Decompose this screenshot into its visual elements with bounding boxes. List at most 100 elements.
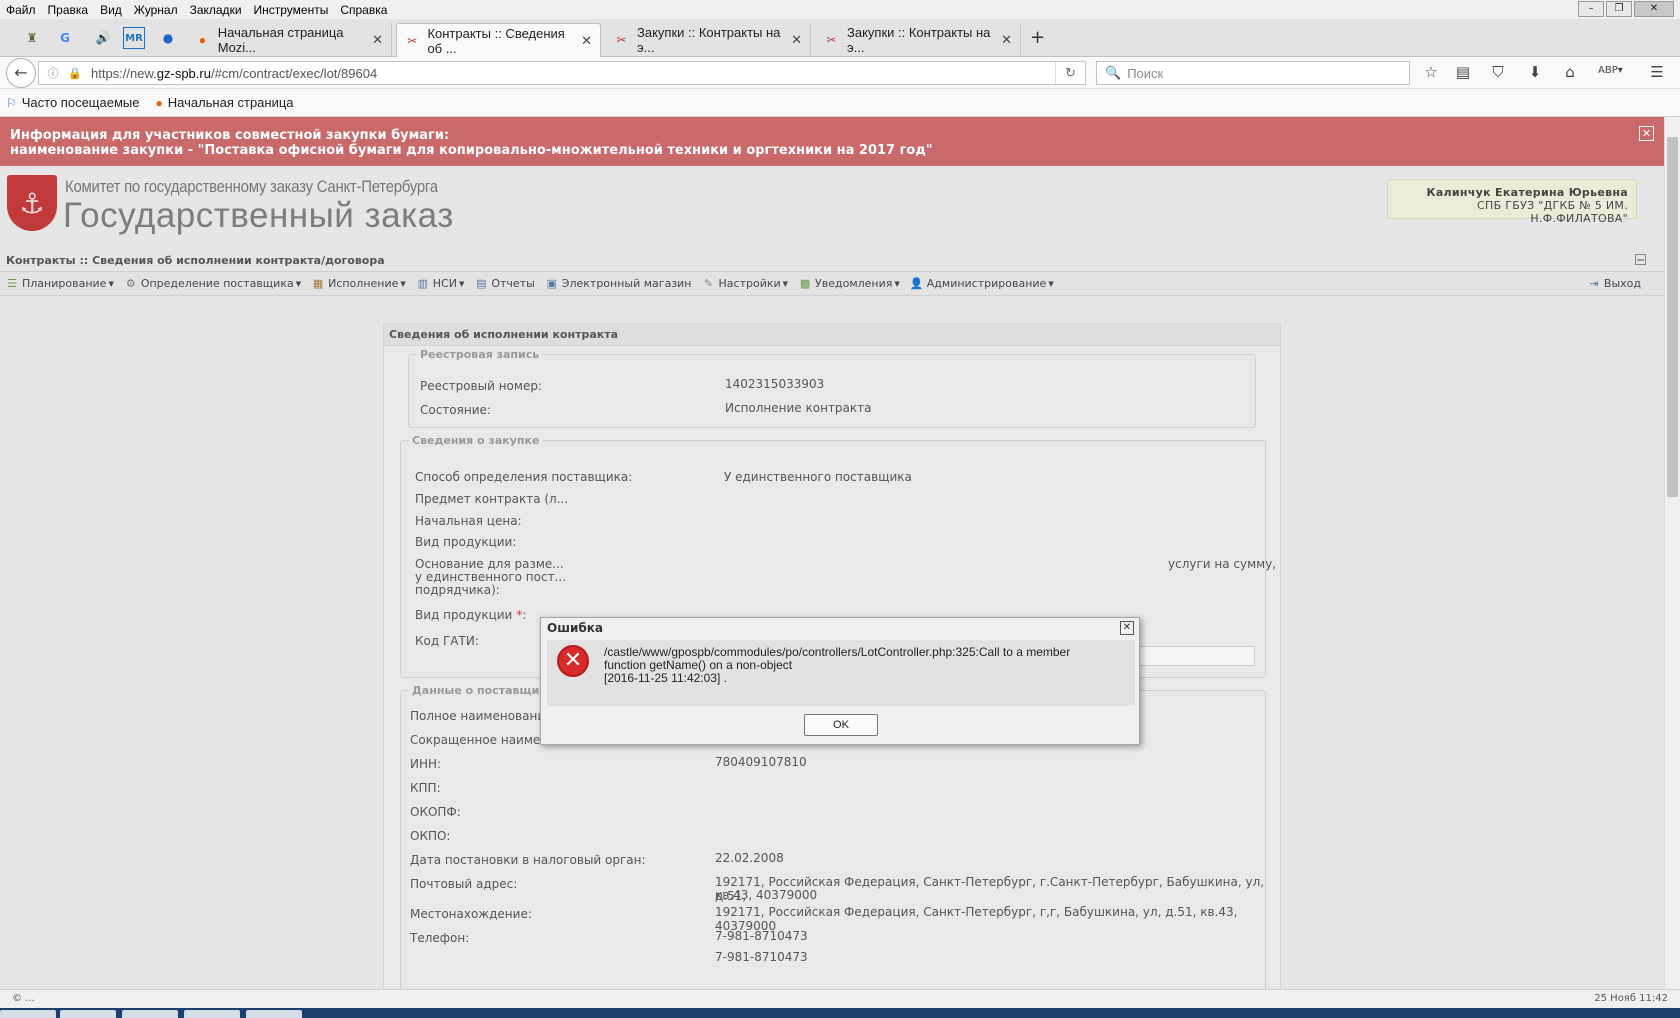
pinned-tab-emblem-icon[interactable]: ♜ [21, 27, 43, 49]
vertical-scrollbar[interactable] [1664, 117, 1680, 989]
restore-button[interactable]: ❐ [1606, 1, 1632, 17]
close-tab-icon[interactable]: ✕ [581, 33, 592, 49]
registry-number-label: Реестровый номер: [420, 379, 542, 393]
hamburger-menu-icon[interactable]: ☰ [1646, 63, 1668, 83]
user-info: Калинчук Екатерина Юрьевна СПБ ГБУЗ "ДГК… [1387, 179, 1637, 225]
bookmark-start-page[interactable]: ● Начальная страница [155, 95, 293, 110]
taskbar-item[interactable] [60, 1010, 116, 1018]
status-clock: 25 Нояб 11:42 [1594, 993, 1668, 1004]
nav-nsi[interactable]: ▥ НСИ ▼ [416, 277, 465, 290]
firefox-icon: ● [198, 33, 206, 47]
close-tab-icon[interactable]: ✕ [1001, 32, 1012, 48]
lock-icon[interactable]: 🔒 [67, 67, 83, 80]
close-tab-icon[interactable]: ✕ [372, 32, 383, 48]
user-icon: 👤 [909, 277, 924, 290]
state-value: Исполнение контракта [725, 401, 872, 415]
collapse-icon[interactable]: — [1635, 254, 1646, 265]
minimize-button[interactable]: – [1578, 1, 1604, 17]
search-icon: 🔍 [1105, 65, 1122, 80]
close-window-button[interactable]: ✕ [1634, 1, 1674, 17]
downloads-icon[interactable]: ⬇ [1524, 63, 1546, 83]
nav-toolbar: ← ⓘ 🔒 https://new.gz-spb.ru/#cm/contract… [0, 57, 1680, 89]
pinned-tab-speaker-icon[interactable]: 🔊 [92, 27, 114, 49]
reading-list-icon[interactable]: ▤ [1452, 63, 1474, 83]
tab-label: Начальная страница Mozi... [217, 25, 344, 55]
taskbar-item[interactable] [122, 1010, 178, 1018]
tab-mozilla-start[interactable]: ● Начальная страница Mozi... ✕ [187, 23, 392, 57]
firefox-icon: ● [155, 95, 163, 110]
search-input[interactable]: 🔍 Поиск [1096, 61, 1410, 85]
close-dialog-icon[interactable]: ✕ [1120, 621, 1134, 635]
tab-bar: ♜ G 🔊 MR ● ● Начальная страница Mozi... … [0, 19, 1680, 57]
taskbar-item[interactable] [246, 1010, 302, 1018]
status-bar: © ... 25 Нояб 11:42 [0, 989, 1680, 1008]
close-banner-icon[interactable]: ✕ [1639, 126, 1654, 141]
nav-exit[interactable]: ⇥ Выход [1587, 277, 1641, 290]
pocket-icon[interactable]: ⛉ [1487, 63, 1509, 83]
tab-purchases-2[interactable]: ✂ Закупки :: Контракты на э... ✕ [816, 23, 1021, 57]
nav-e-shop[interactable]: ▣ Электронный магазин [545, 277, 692, 290]
menu-history[interactable]: Журнал [128, 3, 184, 17]
nav-execution[interactable]: ▦ Исполнение ▼ [311, 277, 406, 290]
adblock-icon[interactable]: ABP▾ [1598, 65, 1623, 85]
nav-planning[interactable]: ☰ Планирование ▼ [5, 277, 114, 290]
supplier-field-value: 22.02.2008 [715, 851, 784, 865]
pinned-tab-google-icon[interactable]: G [54, 27, 76, 49]
back-button[interactable]: ← [6, 58, 36, 88]
bookmark-most-visited[interactable]: ⚐ Часто посещаемые [6, 95, 139, 110]
most-visited-icon: ⚐ [6, 95, 17, 110]
nav-notifications[interactable]: ▩ Уведомления ▼ [798, 277, 900, 290]
home-icon[interactable]: ⌂ [1559, 63, 1581, 83]
supplier-field-label: ОКПО: [410, 829, 451, 843]
nav-label: Администрирование [926, 277, 1047, 290]
ok-button[interactable]: OK [804, 714, 878, 736]
user-organization: СПБ ГБУЗ "ДГКБ № 5 ИМ. Н.Ф.ФИЛАТОВА" [1477, 199, 1628, 225]
dialog-title: Ошибка [547, 621, 603, 635]
nav-reports[interactable]: ▤ Отчеты [474, 277, 535, 290]
menu-edit[interactable]: Правка [42, 3, 95, 17]
pinned-tab-mr-icon[interactable]: MR [123, 27, 145, 49]
new-tab-button[interactable]: + [1030, 27, 1045, 48]
bookmark-star-icon[interactable]: ☆ [1420, 63, 1442, 83]
basis-label-2: у единственного пост... [415, 570, 566, 584]
basis-label-3: подрядчика): [415, 583, 500, 597]
supplier-field-label: Телефон: [410, 931, 470, 945]
tab-contracts-active[interactable]: ✂ Контракты :: Сведения об ... ✕ [396, 23, 601, 57]
book-icon: ▥ [417, 277, 428, 290]
error-message: /castle/www/gpospb/commodules/po/control… [604, 646, 1070, 685]
status-left: © ... [12, 993, 35, 1004]
gear-icon: ⚙ [125, 277, 136, 290]
nav-label: Настройки [718, 277, 781, 290]
nav-label: НСИ [432, 277, 457, 290]
basis-label-1: Основание для разме... [415, 557, 564, 571]
info-banner: Информация для участников совместной зак… [0, 117, 1664, 166]
user-name: Калинчук Екатерина Юрьевна [1426, 186, 1628, 199]
reload-icon[interactable]: ↻ [1055, 62, 1085, 84]
menu-view[interactable]: Вид [94, 3, 128, 17]
taskbar-item[interactable] [0, 1010, 56, 1018]
close-tab-icon[interactable]: ✕ [791, 32, 802, 48]
price-label: Начальная цена: [415, 514, 522, 528]
nav-label: Исполнение [328, 277, 399, 290]
url-bar[interactable]: ⓘ 🔒 https://new.gz-spb.ru/#cm/contract/e… [38, 61, 1086, 85]
tab-purchases-1[interactable]: ✂ Закупки :: Контракты на э... ✕ [606, 23, 811, 57]
state-label: Состояние: [420, 403, 491, 417]
supplier-field-label: Дата постановки в налоговый орган: [410, 853, 646, 867]
info-icon[interactable]: ⓘ [45, 65, 61, 81]
scrollbar-thumb[interactable] [1667, 137, 1678, 497]
supplier-field-label: Полное наименование: [410, 709, 557, 723]
spb-emblem-icon: ⚓ [7, 175, 57, 231]
nav-supplier-selection[interactable]: ⚙ Определение поставщика ▼ [124, 277, 301, 290]
purchase-legend: Сведения о закупке [412, 434, 540, 447]
menu-help[interactable]: Справка [334, 3, 393, 17]
gati-label: Код ГАТИ: [415, 634, 479, 648]
nav-settings[interactable]: ✎ Настройки ▼ [702, 277, 788, 290]
nav-administration[interactable]: 👤 Администрирование ▼ [910, 277, 1054, 290]
menu-bookmarks[interactable]: Закладки [184, 3, 248, 17]
dialog-body: ✕ /castle/www/gpospb/commodules/po/contr… [547, 640, 1135, 706]
pinned-tab-globe-icon[interactable]: ● [157, 27, 179, 49]
taskbar-item[interactable] [184, 1010, 240, 1018]
menu-file[interactable]: Файл [0, 3, 42, 17]
chevron-down-icon: ▼ [894, 279, 900, 288]
menu-tools[interactable]: Инструменты [248, 3, 335, 17]
